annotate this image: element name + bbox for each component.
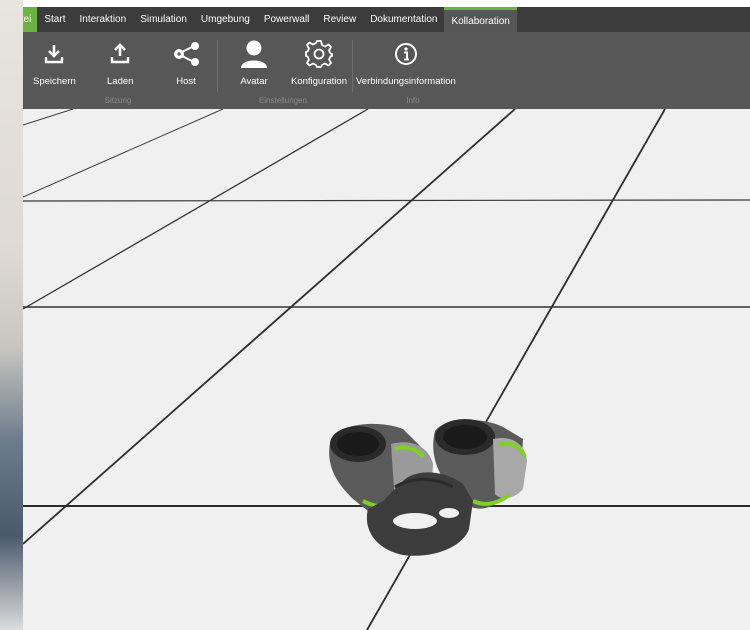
config-label: Konfiguration (291, 76, 347, 87)
group-label-info: Info (406, 96, 420, 105)
save-button[interactable]: Speichern (33, 38, 76, 87)
connection-info-label: Verbindungsinformation (356, 76, 456, 87)
ribbon-separator (217, 40, 218, 92)
tab-review[interactable]: Review (316, 7, 363, 32)
download-icon (43, 38, 65, 70)
group-label-settings: Einstellungen (258, 96, 308, 105)
host-button[interactable]: Host (171, 38, 201, 87)
background-photo-strip (0, 0, 23, 630)
connection-info-button[interactable]: Verbindungsinformation (356, 38, 456, 87)
tab-umgebung[interactable]: Umgebung (194, 7, 257, 32)
tab-datei[interactable]: Datei (23, 7, 38, 32)
gear-icon (304, 38, 334, 70)
ribbon-toolbar: Speichern Laden Host Avatar Konfiguratio… (23, 32, 750, 109)
application-window: Datei Start Interaktion Simulation Umgeb… (23, 0, 750, 630)
config-button[interactable]: Konfiguration (291, 38, 347, 87)
tab-dokumentation[interactable]: Dokumentation (363, 7, 444, 32)
tab-start[interactable]: Start (37, 7, 72, 32)
floor-grid (23, 109, 750, 630)
ribbon-separator (352, 40, 353, 92)
tab-kollaboration[interactable]: Kollaboration (444, 7, 517, 32)
window-top-edge (23, 0, 750, 7)
avatar-button[interactable]: Avatar (240, 38, 268, 87)
info-icon (394, 38, 418, 70)
share-icon (171, 38, 201, 70)
user-icon (240, 38, 268, 70)
load-label: Laden (107, 76, 134, 87)
load-button[interactable]: Laden (107, 38, 133, 87)
save-label: Speichern (33, 76, 76, 87)
upload-icon (109, 38, 131, 70)
avatar-label: Avatar (240, 76, 268, 87)
tab-simulation[interactable]: Simulation (133, 7, 194, 32)
3d-viewport[interactable] (23, 109, 750, 630)
host-label: Host (176, 76, 196, 87)
tab-interaktion[interactable]: Interaktion (72, 7, 133, 32)
group-label-session: Sitzung (104, 96, 132, 105)
menu-bar: Datei Start Interaktion Simulation Umgeb… (23, 7, 750, 32)
tab-powerwall[interactable]: Powerwall (257, 7, 317, 32)
